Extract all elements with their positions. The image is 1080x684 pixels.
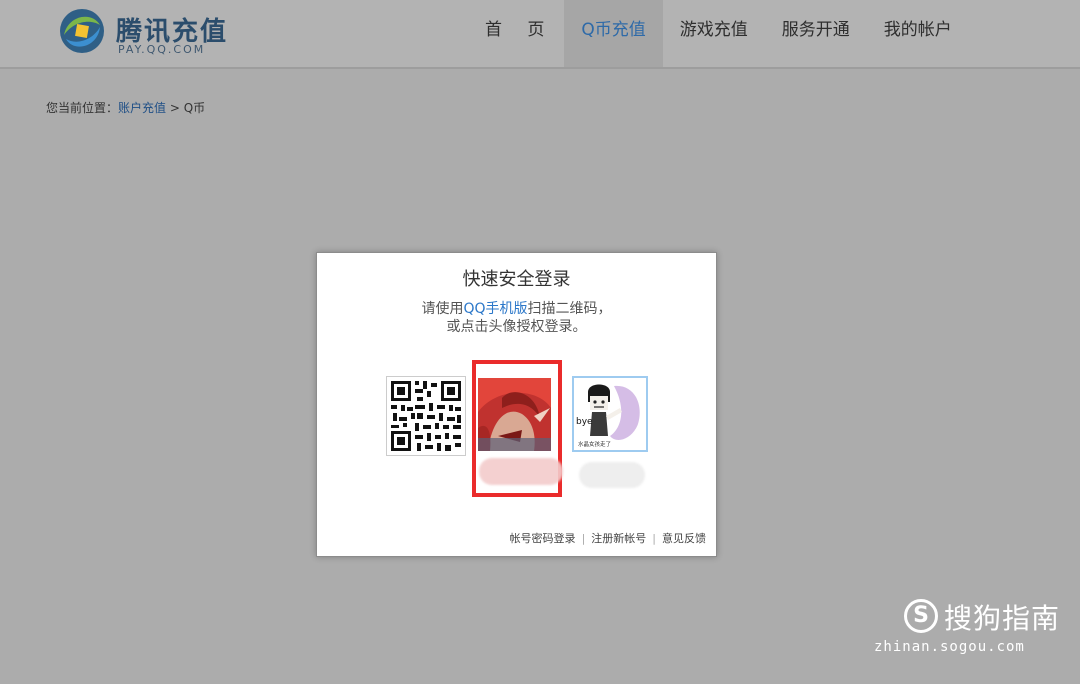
avatar2-caption: bye [576, 417, 593, 427]
watermark-url: zhinan.sogou.com [874, 639, 1025, 655]
feedback-link[interactable]: 意见反馈 [662, 532, 706, 545]
nav-game-recharge[interactable]: 游戏充值 [663, 0, 765, 67]
breadcrumb-link-account-recharge[interactable]: 账户充值 [118, 101, 166, 115]
nav-qb-recharge[interactable]: Q币充值 [564, 0, 663, 67]
qq-mobile-link[interactable]: QQ手机版 [463, 301, 527, 317]
dialog-title: 快速安全登录 [462, 269, 571, 290]
main-nav: 首 页 Q币充值 游戏充值 服务开通 我的帐户 [468, 0, 969, 67]
avatar2-subcaption: 水晶女孩走了 [578, 440, 611, 448]
footer-separator: | [652, 532, 656, 545]
register-link[interactable]: 注册新帐号 [591, 532, 646, 545]
logo-subtitle: PAY.QQ.COM [118, 43, 206, 56]
quick-login-dialog: 快速安全登录 请使用QQ手机版扫描二维码， 或点击头像授权登录。 bye 水晶女… [316, 252, 717, 557]
site-header: 腾讯充值 PAY.QQ.COM 首 页 Q币充值 游戏充值 服务开通 我的帐户 [0, 0, 1080, 69]
desc-before: 请使用 [421, 301, 464, 317]
breadcrumb-separator: > [166, 101, 184, 115]
sogou-guide-watermark: S 搜狗指南 zhinan.sogou.com [874, 597, 1064, 659]
nav-my-account[interactable]: 我的帐户 [867, 0, 969, 67]
tencent-pay-logo-icon [60, 9, 104, 53]
breadcrumb-current: Q币 [183, 101, 206, 115]
account-name-2-blurred [579, 462, 645, 488]
account-avatar-2[interactable]: bye 水晶女孩走了 [572, 376, 648, 452]
desc-after: 扫描二维码， [527, 301, 612, 317]
watermark-text: 搜狗指南 [944, 602, 1061, 635]
nav-service-activation[interactable]: 服务开通 [765, 0, 867, 67]
nav-home[interactable]: 首 页 [468, 0, 564, 67]
breadcrumb-prefix: 您当前位置： [46, 101, 119, 115]
dialog-description: 请使用QQ手机版扫描二维码， 或点击头像授权登录。 [317, 300, 716, 336]
tencent-pay-logo[interactable]: 腾讯充值 PAY.QQ.COM [58, 7, 238, 59]
dialog-footer-links: 帐号密码登录 | 注册新帐号 | 意见反馈 [510, 530, 706, 546]
qr-code-icon [387, 377, 465, 455]
footer-separator: | [581, 532, 586, 545]
sogou-logo-icon: S [904, 599, 938, 633]
breadcrumb: 您当前位置：账户充值 > Q币 [46, 99, 205, 116]
meme-avatar-icon: bye 水晶女孩走了 [574, 378, 646, 450]
login-qr-code [386, 376, 466, 456]
account-name-1-blurred [479, 458, 563, 485]
desc-line2: 或点击头像授权登录。 [446, 319, 587, 335]
password-login-link[interactable]: 帐号密码登录 [510, 532, 576, 545]
